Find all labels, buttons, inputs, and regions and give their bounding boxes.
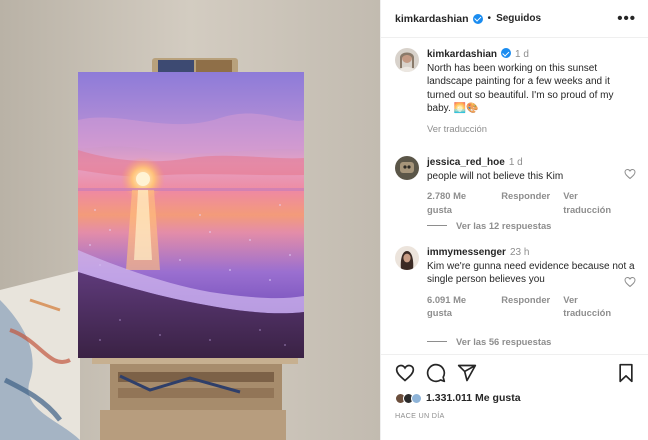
translate-button[interactable]: Ver traducción	[563, 189, 623, 216]
heart-icon[interactable]	[395, 363, 415, 383]
verified-badge-icon	[501, 48, 512, 58]
likes-row[interactable]: 1.331.011 Me gusta	[395, 392, 521, 404]
painting-photo	[0, 0, 380, 440]
translate-button[interactable]: Ver traducción	[563, 293, 623, 320]
post-timestamp: HACE UN DÍA	[395, 411, 445, 420]
comment-time: 1 d	[508, 157, 523, 168]
commenter-avatar[interactable]	[395, 156, 419, 180]
post-image[interactable]	[0, 0, 380, 440]
comment-heart-icon[interactable]	[624, 276, 636, 288]
caption-username[interactable]: kimkardashian	[427, 49, 497, 60]
replies-line	[427, 341, 447, 342]
comment-likes[interactable]: 2.780 Me gusta	[427, 189, 488, 216]
caption: kimkardashian 1 d North has been working …	[395, 48, 636, 136]
view-replies[interactable]: Ver las 56 respuestas	[427, 336, 551, 347]
caption-time: 1 d	[515, 49, 529, 60]
ellipsis-icon[interactable]: •••	[617, 10, 636, 27]
action-bar	[395, 363, 636, 385]
share-icon[interactable]	[457, 363, 477, 383]
liker-avatar	[411, 392, 422, 404]
comment-username[interactable]: immymessenger	[427, 247, 506, 258]
reply-button[interactable]: Responder	[501, 293, 550, 320]
comment-time: 23 h	[509, 247, 530, 258]
view-replies-label: Ver las 12 respuestas	[456, 220, 552, 231]
like-count[interactable]: 1.331.011 Me gusta	[426, 392, 521, 404]
view-replies-label: Ver las 56 respuestas	[456, 336, 552, 347]
comments-area: kimkardashian 1 d North has been working …	[381, 40, 648, 354]
comment-heart-icon[interactable]	[624, 168, 636, 180]
comment-username[interactable]: jessica_red_hoe	[427, 157, 505, 168]
author-avatar[interactable]	[395, 48, 419, 72]
caption-translate-link[interactable]: Ver traducción	[427, 122, 487, 136]
comment-icon[interactable]	[426, 363, 446, 383]
comment-text: Kim we're gunna need evidence because no…	[427, 260, 635, 286]
post-sidebar: kimkardashian • Seguidos ••• kimkardashi…	[380, 0, 648, 440]
replies-line	[427, 225, 447, 226]
reply-button[interactable]: Responder	[501, 189, 550, 216]
separator-dot: •	[487, 13, 492, 24]
header-username[interactable]: kimkardashian	[395, 13, 469, 25]
caption-text: North has been working on this sunset la…	[427, 62, 614, 115]
comment-text: people will not believe this Kim	[427, 170, 564, 182]
comment: immymessenger 23 h Kim we're gunna need e…	[395, 246, 636, 320]
comment: jessica_red_hoe 1 d people will not belie…	[395, 156, 636, 216]
post-header: kimkardashian • Seguidos •••	[381, 0, 648, 38]
verified-badge-icon	[472, 13, 483, 24]
comment-likes[interactable]: 6.091 Me gusta	[427, 293, 488, 320]
post-footer: 1.331.011 Me gusta HACE UN DÍA	[381, 354, 648, 440]
view-replies[interactable]: Ver las 12 respuestas	[427, 220, 551, 231]
commenter-avatar[interactable]	[395, 246, 419, 270]
following-button[interactable]: Seguidos	[496, 13, 541, 24]
bookmark-icon[interactable]	[616, 363, 636, 383]
